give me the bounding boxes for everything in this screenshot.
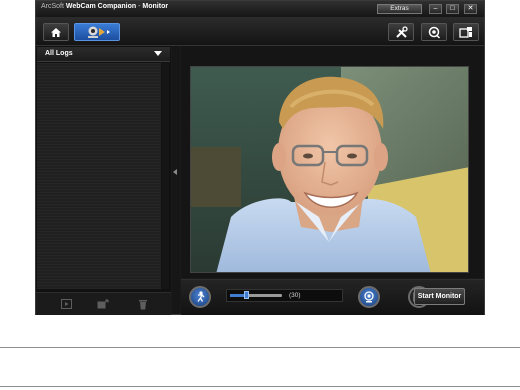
panel-splitter[interactable] [172, 46, 180, 314]
title-product: WebCam Companion [65, 3, 137, 10]
monitor-mode-button[interactable] [74, 23, 120, 41]
log-list[interactable] [37, 63, 161, 289]
tools-button[interactable] [388, 23, 414, 41]
log-list-scrollbar[interactable] [162, 63, 169, 289]
title-section: Monitor [142, 3, 169, 10]
sensitivity-slider-thumb[interactable] [243, 291, 249, 299]
log-filter-label: All Logs [45, 50, 73, 57]
motion-detect-button[interactable] [189, 286, 211, 308]
minimize-button[interactable]: – [429, 4, 442, 14]
webcam-preview-image [191, 67, 468, 272]
log-filter-dropdown[interactable]: All Logs [37, 47, 170, 62]
webcam-preview [190, 66, 469, 273]
play-log-button[interactable] [60, 298, 72, 310]
export-log-button[interactable] [97, 298, 109, 310]
tools-icon [395, 25, 408, 38]
title-bar: ArcSoft WebCam Companion - Monitor Extra… [36, 1, 484, 17]
log-panel: All Logs [36, 46, 171, 315]
motion-detect-icon [197, 291, 205, 302]
webcam-settings-button[interactable] [421, 23, 447, 41]
start-monitor-button[interactable]: Start Monitor [414, 288, 465, 305]
sensitivity-slider[interactable] [230, 291, 282, 299]
webcam-capture-button[interactable] [358, 286, 380, 308]
delete-log-button[interactable] [137, 298, 149, 310]
extras-button[interactable]: Extras [377, 4, 422, 14]
webcam-icon [364, 291, 374, 303]
window-title: ArcSoft WebCam Companion - Monitor [41, 3, 168, 10]
sensitivity-value: (30) [289, 292, 301, 299]
play-log-icon [60, 299, 72, 309]
log-actions-bar [36, 292, 171, 315]
home-icon [51, 27, 61, 37]
chevron-down-icon [154, 51, 162, 56]
main-toolbar [36, 17, 484, 46]
page-divider-top [0, 347, 520, 348]
webcam-companion-window: ArcSoft WebCam Companion - Monitor Extra… [35, 0, 485, 315]
webcam-monitor-icon [88, 26, 110, 38]
collapse-arrow-icon[interactable] [173, 169, 177, 175]
export-log-icon [97, 299, 109, 309]
folder-options-icon [459, 27, 472, 38]
title-separator: - [138, 3, 141, 10]
close-button[interactable]: ✕ [464, 4, 477, 14]
webcam-settings-icon [428, 26, 441, 39]
sensitivity-control: (30) [226, 289, 343, 302]
delete-log-icon [139, 299, 147, 309]
video-area [181, 46, 484, 278]
folder-options-button[interactable] [453, 23, 479, 41]
title-brand: ArcSoft [41, 3, 64, 10]
home-button[interactable] [43, 23, 69, 41]
maximize-button[interactable]: □ [446, 4, 459, 14]
page-divider-bottom [0, 386, 520, 387]
monitor-controls: (30) Start Monitor [181, 279, 484, 315]
